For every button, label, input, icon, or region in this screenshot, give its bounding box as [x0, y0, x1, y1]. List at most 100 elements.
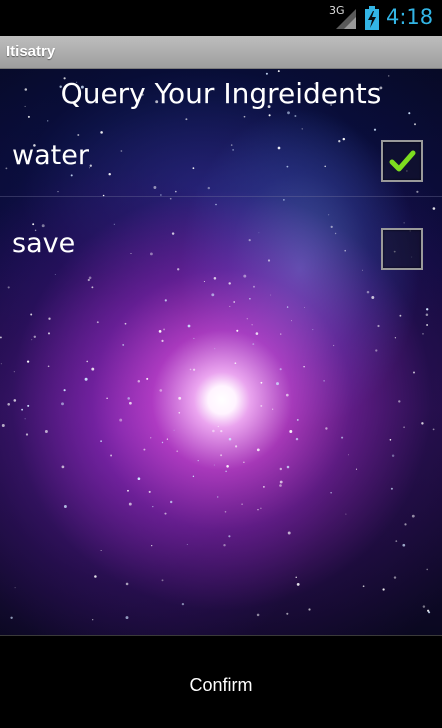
star — [279, 467, 282, 471]
star — [241, 503, 243, 506]
star — [24, 418, 26, 420]
star — [124, 322, 127, 325]
star — [7, 286, 10, 289]
star — [341, 436, 344, 439]
star — [161, 441, 164, 444]
star — [119, 418, 123, 422]
star — [249, 297, 251, 300]
clock: 4:18 — [386, 5, 434, 29]
star — [27, 115, 30, 118]
ingredient-row-water[interactable]: water — [0, 124, 442, 188]
star — [193, 368, 196, 371]
star — [213, 464, 215, 466]
star — [57, 190, 59, 193]
star — [216, 496, 219, 498]
star — [100, 440, 102, 443]
star — [164, 512, 167, 515]
star — [148, 490, 151, 493]
star — [389, 439, 392, 441]
star — [226, 465, 229, 468]
star — [404, 523, 407, 526]
page-heading: Query Your Ingreidents — [60, 77, 382, 110]
star — [422, 605, 426, 608]
star — [61, 465, 65, 469]
star — [286, 465, 290, 469]
star — [279, 368, 282, 371]
star — [220, 454, 223, 457]
star — [189, 368, 192, 371]
star — [296, 582, 300, 586]
confirm-button[interactable]: Confirm — [0, 636, 442, 728]
star — [312, 329, 314, 331]
star — [283, 199, 285, 201]
star — [263, 486, 265, 488]
star — [33, 335, 36, 338]
star — [128, 502, 132, 506]
star — [127, 397, 130, 400]
star — [323, 380, 325, 382]
star — [161, 339, 164, 342]
star — [143, 448, 146, 451]
star — [291, 320, 292, 322]
ingredient-checkbox-water[interactable] — [381, 140, 423, 182]
star — [411, 514, 415, 518]
star — [92, 619, 94, 621]
star — [127, 489, 129, 492]
star — [377, 324, 380, 328]
star — [88, 276, 92, 280]
star — [47, 332, 51, 335]
star — [272, 408, 274, 410]
star — [235, 445, 238, 448]
title-bar: Itisatry — [0, 36, 442, 69]
star — [286, 306, 289, 308]
star — [193, 337, 195, 339]
star — [163, 328, 166, 331]
star — [214, 348, 216, 350]
star — [345, 513, 347, 515]
star — [251, 324, 253, 326]
star — [14, 587, 16, 589]
star — [212, 429, 215, 433]
star — [276, 382, 279, 386]
star — [426, 324, 429, 326]
star — [7, 403, 10, 406]
star — [217, 425, 219, 428]
star — [100, 550, 102, 552]
star — [296, 418, 299, 421]
star — [303, 366, 305, 368]
star — [122, 343, 125, 346]
star — [26, 360, 30, 363]
star — [166, 438, 169, 440]
star — [220, 429, 223, 433]
star — [187, 324, 191, 328]
star — [158, 330, 162, 333]
star — [203, 280, 205, 283]
star — [224, 511, 227, 513]
star — [425, 313, 429, 317]
star — [31, 339, 33, 341]
star — [94, 575, 97, 578]
star — [330, 492, 332, 494]
star — [348, 454, 349, 456]
star — [63, 505, 67, 508]
star — [279, 484, 282, 487]
ingredient-checkbox-save[interactable] — [381, 228, 423, 270]
star — [268, 114, 271, 117]
ingredient-row-save[interactable]: save — [0, 212, 442, 276]
star — [366, 290, 370, 294]
star — [192, 475, 195, 478]
star — [234, 362, 237, 365]
star — [44, 430, 48, 433]
star — [164, 299, 167, 302]
star — [253, 285, 255, 288]
star — [197, 459, 199, 462]
star — [295, 576, 297, 578]
star — [304, 306, 306, 308]
star — [25, 433, 29, 436]
star — [186, 543, 188, 546]
star — [280, 333, 282, 335]
battery-charging-icon — [365, 6, 379, 30]
star — [243, 115, 246, 118]
star — [382, 588, 385, 591]
star — [236, 329, 239, 332]
